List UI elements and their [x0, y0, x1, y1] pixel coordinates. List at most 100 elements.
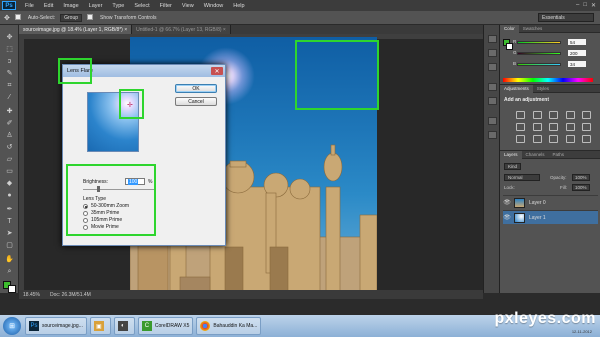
visibility-eye-icon[interactable]: 👁 — [503, 199, 511, 207]
crop-tool-icon[interactable]: ⌗ — [4, 81, 15, 90]
levels-icon[interactable] — [532, 111, 542, 119]
layer-row-0[interactable]: 👁 Layer 0 — [503, 195, 598, 209]
history-icon[interactable] — [488, 35, 497, 43]
type-tool-icon[interactable]: T — [4, 217, 15, 226]
zoom-tool-icon[interactable]: ⌕ — [4, 267, 15, 276]
menu-image[interactable]: Image — [58, 3, 83, 9]
hand-tool-icon[interactable]: ✋ — [4, 255, 15, 264]
tab-layers[interactable]: Layers — [500, 150, 522, 159]
menu-file[interactable]: File — [20, 3, 39, 9]
group-select[interactable]: Group — [60, 13, 83, 22]
background-color-swatch[interactable] — [8, 285, 16, 293]
vibrance-icon[interactable] — [582, 111, 592, 119]
curves-icon[interactable] — [549, 111, 559, 119]
blend-mode-select[interactable]: Normal — [504, 174, 540, 181]
auto-select-checkbox[interactable] — [14, 13, 23, 22]
color-spectrum[interactable] — [503, 78, 593, 82]
shape-tool-icon[interactable]: ▢ — [4, 241, 15, 250]
marquee-tool-icon[interactable]: ⬚ — [4, 45, 15, 54]
layer-row-1[interactable]: 👁 Layer 1 — [503, 210, 598, 224]
character-icon[interactable] — [488, 83, 497, 91]
adjustments-panel: Add an adjustment — [500, 93, 600, 151]
hue-saturation-icon[interactable] — [516, 123, 525, 131]
pen-tool-icon[interactable]: ✒ — [4, 205, 15, 214]
menu-type[interactable]: Type — [107, 3, 129, 9]
r-slider[interactable] — [517, 41, 561, 44]
blur-tool-icon[interactable]: ◆ — [4, 179, 15, 188]
path-select-tool-icon[interactable]: ➤ — [4, 229, 15, 238]
ok-button[interactable]: OK — [175, 84, 217, 93]
close-icon[interactable]: ✕ — [211, 67, 223, 75]
tab-sourceimage[interactable]: sourceimage.jpg @ 18.4% (Layer 1, RGB/8*… — [19, 25, 133, 34]
paragraph-icon[interactable] — [488, 97, 497, 105]
black-white-icon[interactable] — [549, 123, 559, 131]
close-icon[interactable]: ✕ — [591, 2, 596, 9]
tab-untitled[interactable]: Untitled-1 @ 66.7% (Layer 13, RGB/8) × — [132, 25, 231, 34]
brush-panel-icon[interactable] — [488, 117, 497, 125]
properties-icon[interactable] — [488, 63, 497, 71]
dodge-tool-icon[interactable]: ● — [4, 191, 15, 200]
b-slider[interactable] — [517, 63, 561, 66]
kind-filter[interactable]: Kind — [504, 163, 522, 170]
posterize-icon[interactable] — [532, 135, 542, 143]
minimize-icon[interactable]: – — [576, 2, 579, 9]
clone-source-icon[interactable] — [488, 131, 497, 139]
menu-filter[interactable]: Filter — [155, 3, 177, 9]
zoom-level[interactable]: 18.45% — [23, 292, 40, 298]
move-tool-icon[interactable]: ✥ — [4, 33, 15, 42]
gradient-tool-icon[interactable]: ▭ — [4, 167, 15, 176]
eraser-tool-icon[interactable]: ▱ — [4, 155, 15, 164]
selective-color-icon[interactable] — [582, 135, 592, 143]
taskbar-photoshop[interactable]: Ps sourceimage.jpg... — [25, 317, 87, 335]
b-value[interactable]: 34 — [568, 61, 586, 67]
photo-filter-icon[interactable] — [565, 123, 575, 131]
tab-styles[interactable]: Styles — [533, 86, 553, 91]
color-bg-swatch[interactable] — [506, 43, 513, 50]
photoshop-logo: Ps — [2, 1, 16, 10]
invert-icon[interactable] — [516, 135, 525, 143]
menu-layer[interactable]: Layer — [84, 3, 108, 9]
show-transform-checkbox[interactable] — [87, 13, 95, 22]
lock-label: Lock: — [504, 185, 515, 190]
tab-paths[interactable]: Paths — [549, 152, 569, 157]
opacity-value[interactable]: 100% — [572, 174, 590, 181]
brightness-icon[interactable] — [516, 111, 525, 119]
eyedropper-tool-icon[interactable]: ⁄ — [4, 93, 15, 102]
tab-adjustments[interactable]: Adjustments — [500, 84, 533, 93]
fill-value[interactable]: 100% — [572, 184, 590, 191]
taskbar-coreldraw[interactable]: C CorelDRAW X5 — [137, 317, 194, 335]
lasso-tool-icon[interactable]: ↄ — [4, 57, 15, 66]
menu-edit[interactable]: Edit — [39, 3, 58, 9]
tab-color[interactable]: Color — [500, 24, 519, 33]
taskbar-item-3[interactable]: ◐ — [113, 317, 135, 335]
stamp-tool-icon[interactable]: ♙ — [4, 131, 15, 140]
workspace-select[interactable]: Essentials — [538, 13, 594, 22]
brush-tool-icon[interactable]: ✐ — [4, 119, 15, 128]
gradient-map-icon[interactable] — [565, 135, 575, 143]
g-value[interactable]: 200 — [568, 50, 586, 56]
g-slider[interactable] — [517, 52, 561, 55]
cancel-button[interactable]: Cancel — [175, 97, 217, 106]
exposure-icon[interactable] — [565, 111, 575, 119]
g-label: G — [513, 50, 517, 55]
taskbar-item-2[interactable]: ▣ — [89, 317, 111, 335]
tab-channels[interactable]: Channels — [522, 152, 549, 157]
tab-swatches[interactable]: Swatches — [519, 26, 547, 31]
start-button[interactable]: ⊞ — [3, 317, 21, 335]
history-brush-tool-icon[interactable]: ↺ — [4, 143, 15, 152]
visibility-eye-icon[interactable]: 👁 — [503, 214, 511, 222]
maximize-icon[interactable]: □ — [583, 2, 587, 9]
menu-view[interactable]: View — [177, 3, 199, 9]
threshold-icon[interactable] — [549, 135, 559, 143]
channel-mixer-icon[interactable] — [582, 123, 592, 131]
r-value[interactable]: 54 — [568, 39, 586, 45]
quick-select-tool-icon[interactable]: ✎ — [4, 69, 15, 78]
window-controls: – □ ✕ — [576, 2, 600, 9]
menu-window[interactable]: Window — [199, 3, 229, 9]
menu-select[interactable]: Select — [129, 3, 154, 9]
color-balance-icon[interactable] — [532, 123, 542, 131]
actions-icon[interactable] — [488, 49, 497, 57]
taskbar-chrome[interactable]: Bahauddin Ka Ma... — [196, 317, 262, 335]
healing-tool-icon[interactable]: ✚ — [4, 107, 15, 116]
menu-help[interactable]: Help — [228, 3, 249, 9]
